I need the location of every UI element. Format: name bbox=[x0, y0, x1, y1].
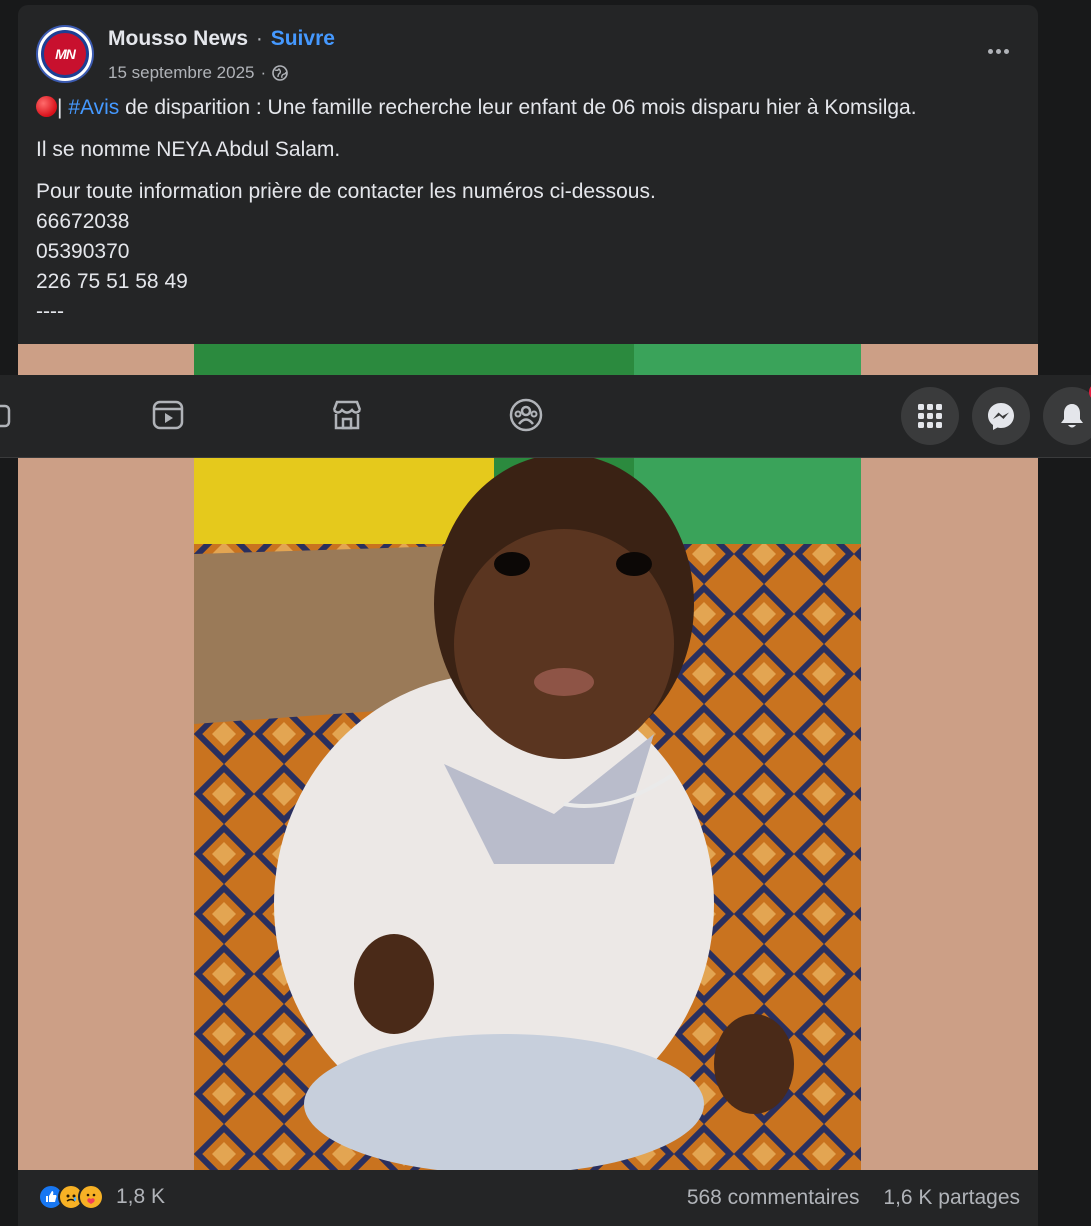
post-date-link[interactable]: 15 septembre 2025 bbox=[108, 63, 255, 83]
photo-illustration bbox=[194, 344, 861, 1170]
date-separator: · bbox=[260, 63, 267, 82]
page-name-link[interactable]: Mousso News bbox=[108, 27, 248, 50]
page-avatar[interactable]: MN bbox=[36, 25, 94, 83]
comments-link[interactable]: 568 commentaires bbox=[687, 1186, 860, 1209]
globe-icon bbox=[272, 65, 288, 81]
missing-child-photo[interactable] bbox=[194, 344, 861, 1170]
page-name-line: Mousso News · Suivre bbox=[108, 27, 335, 51]
reactions-summary[interactable]: 1,8 K bbox=[38, 1184, 165, 1210]
groups-icon[interactable] bbox=[508, 397, 544, 433]
avatar-logo: MN bbox=[41, 30, 89, 78]
care-icon bbox=[78, 1184, 104, 1210]
reaction-count: 1,8 K bbox=[116, 1185, 166, 1208]
phone-number: 05390370 bbox=[36, 240, 130, 263]
line1-separator: | bbox=[57, 96, 63, 119]
post-text-line-1: | #Avis de disparition : Une famille rec… bbox=[36, 93, 1020, 123]
contact-block: Pour toute information prière de contact… bbox=[36, 177, 1020, 327]
notifications-icon[interactable] bbox=[1043, 383, 1091, 445]
line1-text: de disparition : Une famille recherche l… bbox=[119, 96, 917, 119]
phone-number: 66672038 bbox=[36, 210, 130, 233]
engagement-stats: 568 commentaires 1,6 K partages bbox=[687, 1186, 1020, 1210]
name-separator: · bbox=[255, 27, 263, 50]
contact-instruction: Pour toute information prière de contact… bbox=[36, 180, 656, 203]
video-icon[interactable] bbox=[150, 397, 186, 433]
messenger-icon[interactable] bbox=[972, 387, 1030, 445]
follow-button[interactable]: Suivre bbox=[271, 27, 335, 50]
top-navigation-bar bbox=[0, 375, 1091, 458]
engagement-bar: 1,8 K 568 commentaires 1,6 K partages bbox=[18, 1170, 1038, 1226]
post-meta: 15 septembre 2025 · bbox=[108, 63, 288, 83]
post-card: MN Mousso News · Suivre 15 septembre 202… bbox=[18, 5, 1038, 1226]
text-trailer: ---- bbox=[36, 300, 64, 323]
more-options-icon[interactable] bbox=[980, 33, 1016, 69]
post-text: | #Avis de disparition : Une famille rec… bbox=[36, 93, 1020, 327]
home-icon[interactable] bbox=[0, 397, 16, 433]
red-circle-emoji-icon bbox=[36, 96, 57, 117]
post-text-line-2: Il se nomme NEYA Abdul Salam. bbox=[36, 138, 341, 161]
post-photo-frame[interactable] bbox=[18, 344, 1038, 1170]
phone-number: 226 75 51 58 49 bbox=[36, 270, 188, 293]
marketplace-icon[interactable] bbox=[329, 397, 365, 433]
menu-grid-icon[interactable] bbox=[901, 387, 959, 445]
hashtag-link[interactable]: #Avis bbox=[68, 96, 119, 119]
shares-link[interactable]: 1,6 K partages bbox=[883, 1186, 1020, 1209]
post-header: MN Mousso News · Suivre 15 septembre 202… bbox=[36, 23, 1020, 83]
